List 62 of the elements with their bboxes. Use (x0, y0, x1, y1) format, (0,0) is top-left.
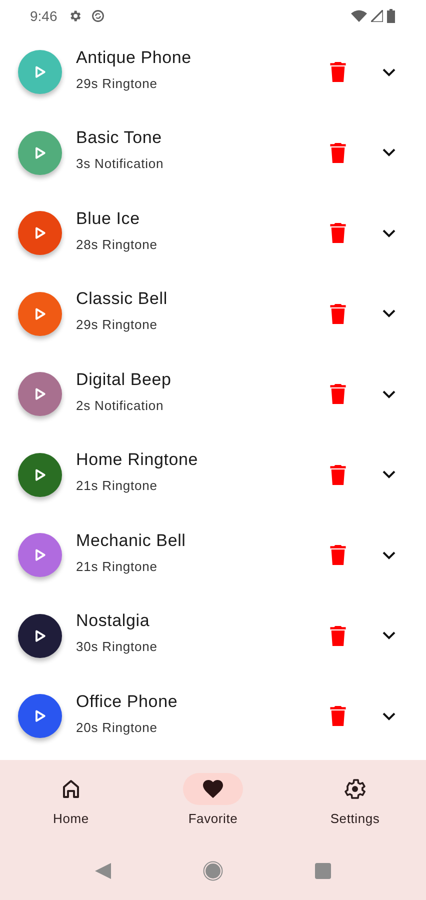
home-circle-icon[interactable] (203, 860, 223, 880)
delete-icon[interactable] (330, 142, 346, 163)
nav-tab[interactable] (183, 773, 243, 805)
play-icon (33, 65, 47, 80)
heart-icon (201, 777, 225, 801)
play-icon (33, 387, 47, 402)
ringtone-subtitle: 21s Ringtone (76, 558, 158, 574)
ringtone-subtitle: 21s Ringtone (76, 478, 158, 494)
wifi-icon (351, 10, 367, 22)
ringtone-title: Nostalgia (76, 611, 151, 632)
delete-icon[interactable] (330, 304, 346, 324)
ringtone-title: Classic Bell (76, 289, 168, 310)
expand-icon[interactable] (382, 148, 396, 158)
battery-icon (387, 9, 395, 23)
play-icon (33, 628, 47, 643)
nav-label[interactable]: Settings (330, 811, 380, 826)
ringtone-subtitle: 2s Notification (76, 398, 165, 413)
ringtone-title: Basic Tone (76, 128, 163, 148)
gear-icon (343, 777, 367, 801)
expand-icon[interactable] (382, 390, 396, 399)
gear-icon (68, 9, 82, 23)
ringtone-title: Home Ringtone (76, 450, 200, 470)
nav-label[interactable]: Favorite (188, 811, 238, 826)
play-button[interactable] (18, 452, 62, 497)
play-icon (33, 548, 47, 562)
back-icon[interactable] (95, 862, 111, 878)
expand-icon[interactable] (382, 712, 396, 721)
recents-icon[interactable] (315, 862, 331, 878)
play-icon (33, 306, 47, 321)
ringtone-subtitle: 30s Ringtone (76, 639, 158, 654)
expand-icon[interactable] (382, 68, 396, 77)
expand-icon[interactable] (382, 470, 396, 480)
play-icon (33, 709, 47, 724)
sync-circle-icon (91, 9, 106, 23)
ringtone-title: Office Phone (76, 692, 179, 712)
delete-icon[interactable] (330, 223, 346, 244)
expand-icon[interactable] (382, 631, 396, 640)
ringtone-subtitle: 28s Ringtone (76, 236, 158, 252)
signal-icon (371, 10, 383, 22)
play-button[interactable] (18, 614, 62, 658)
play-icon (33, 468, 47, 482)
ringtone-subtitle: 3s Notification (76, 156, 165, 172)
delete-icon[interactable] (330, 384, 346, 404)
ringtone-subtitle: 29s Ringtone (76, 317, 158, 332)
ringtone-subtitle: 20s Ringtone (76, 720, 158, 735)
expand-icon[interactable] (382, 228, 396, 238)
delete-icon[interactable] (330, 62, 346, 82)
ringtone-title: Digital Beep (76, 370, 172, 390)
ringtone-subtitle: 29s Ringtone (76, 76, 158, 91)
delete-icon[interactable] (330, 464, 346, 485)
delete-icon[interactable] (330, 706, 346, 726)
play-icon (33, 146, 47, 160)
delete-icon[interactable] (330, 545, 346, 566)
play-icon (33, 226, 47, 240)
ringtone-title: Blue Ice (76, 208, 141, 229)
ringtone-title: Mechanic Bell (76, 530, 187, 551)
expand-icon[interactable] (382, 550, 396, 560)
expand-icon[interactable] (382, 309, 396, 318)
ringtone-title: Antique Phone (76, 48, 192, 68)
status-time: 9:46 (30, 8, 58, 24)
nav-label[interactable]: Home (53, 811, 89, 826)
delete-icon[interactable] (330, 626, 346, 646)
